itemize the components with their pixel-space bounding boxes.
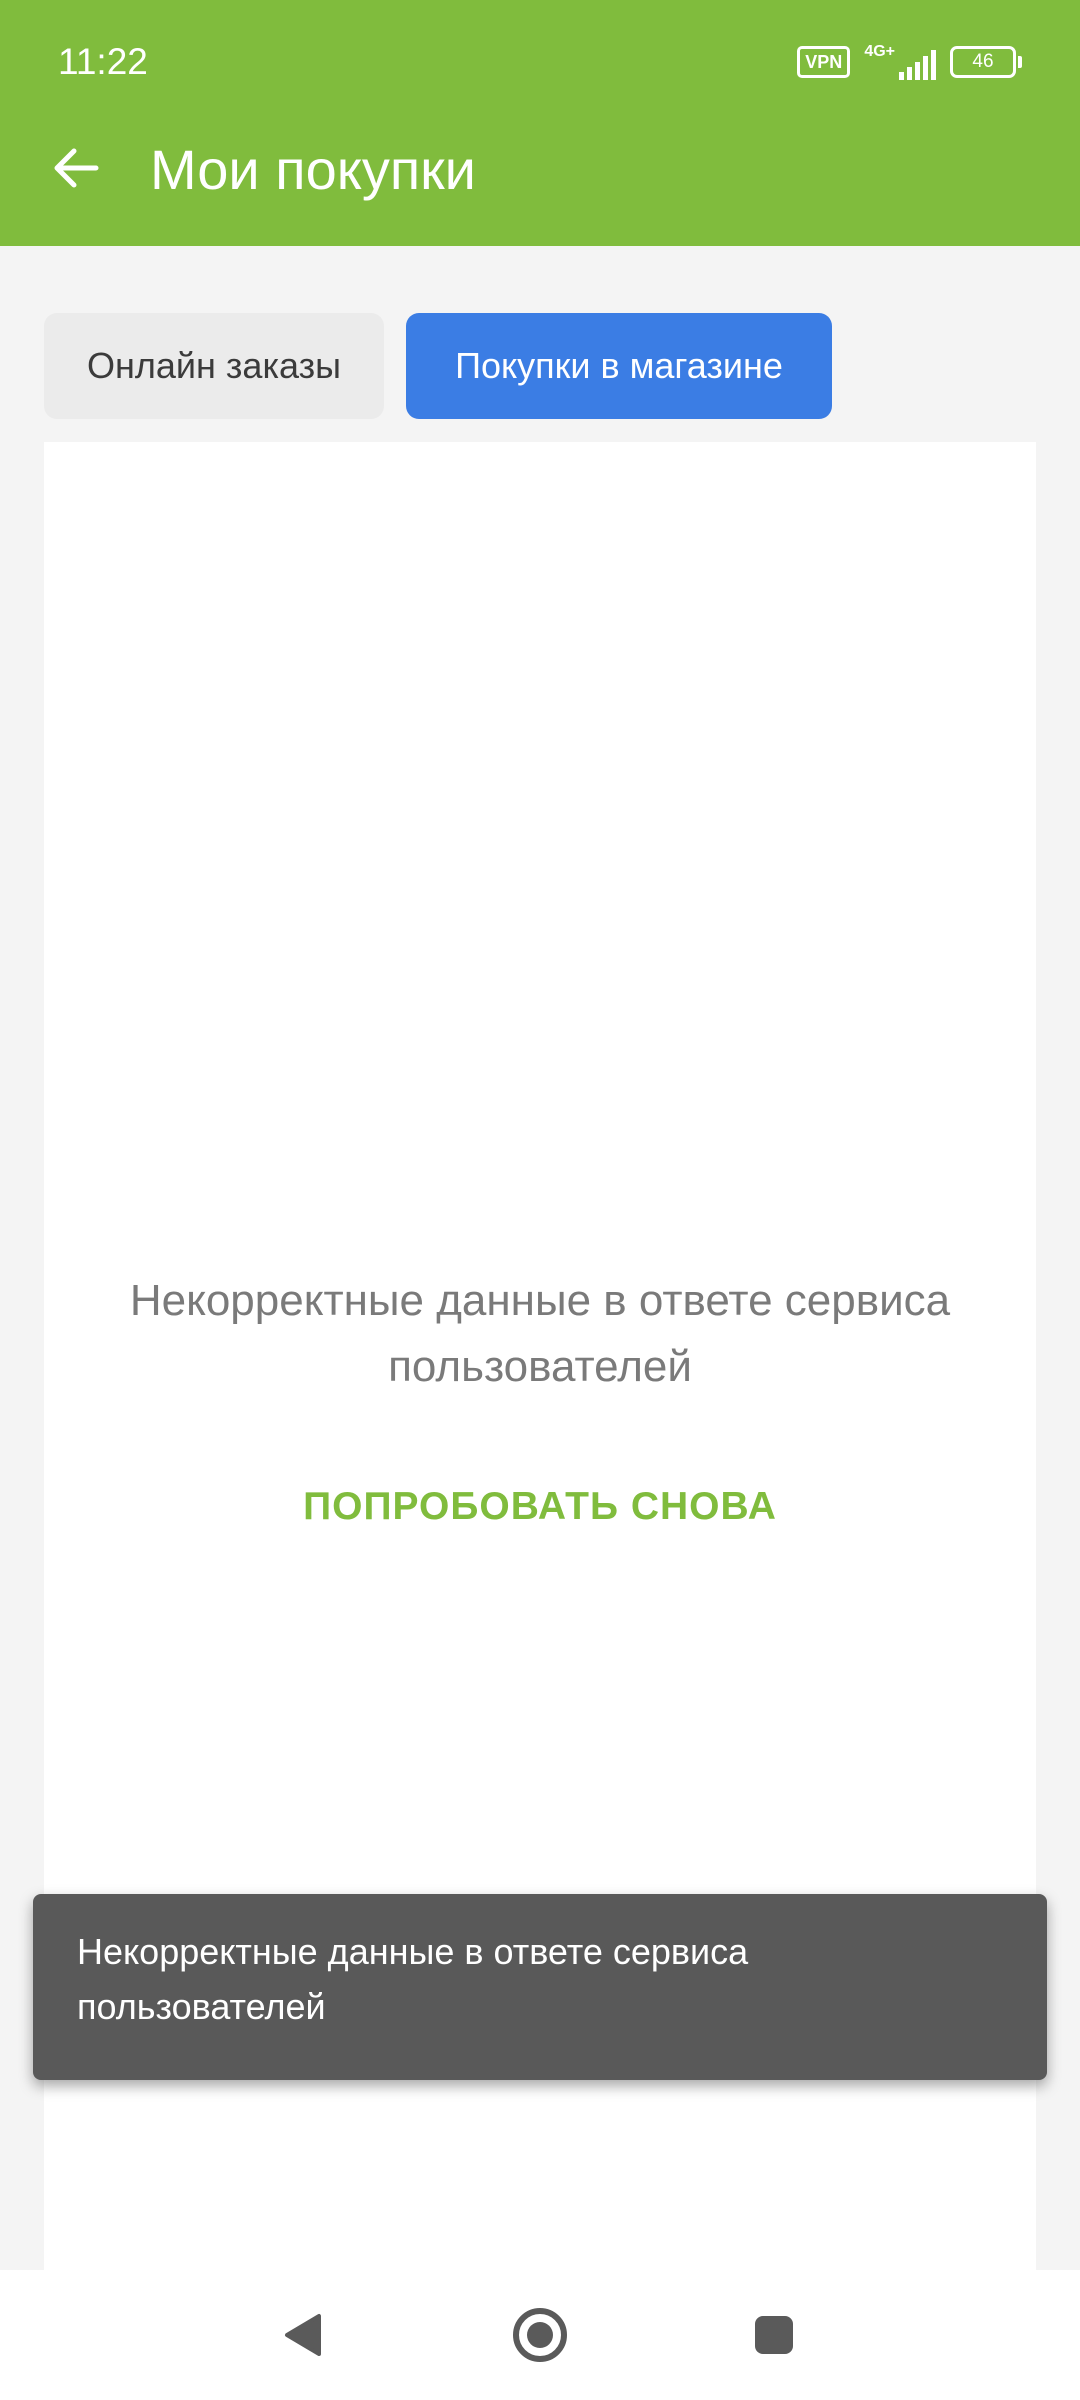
retry-button[interactable]: ПОПРОБОВАТЬ СНОВА (290, 1472, 790, 1542)
vpn-badge: VPN (797, 46, 851, 78)
battery-level: 46 (972, 51, 994, 72)
tab-online-orders[interactable]: Онлайн заказы (44, 313, 384, 419)
status-icons: VPN 4G+ 46 (797, 40, 1022, 84)
battery-icon: 46 (950, 46, 1022, 78)
status-time: 11:22 (58, 41, 148, 82)
nav-home-button[interactable] (500, 2300, 580, 2370)
nav-back-button[interactable] (263, 2300, 343, 2370)
square-recent-icon (755, 2316, 793, 2354)
snackbar-message: Некорректные данные в ответе сервиса пол… (77, 1931, 749, 2027)
app-header (0, 0, 1080, 246)
tab-label: Покупки в магазине (455, 345, 783, 386)
error-message: Некорректные данные в ответе сервиса пол… (129, 1276, 951, 1391)
signal-icon (899, 50, 936, 80)
page-title: Мои покупки (150, 138, 476, 201)
network-label: 4G+ (864, 43, 895, 60)
snackbar: Некорректные данные в ответе сервиса пол… (33, 1894, 1047, 2080)
tab-label: Онлайн заказы (87, 345, 341, 386)
nav-recent-button[interactable] (734, 2300, 814, 2370)
back-button[interactable] (40, 132, 112, 204)
network-indicator: 4G+ (864, 44, 936, 80)
triangle-back-icon (285, 2314, 321, 2356)
circle-home-icon (513, 2308, 567, 2362)
tab-store-purchases[interactable]: Покупки в магазине (406, 313, 832, 419)
arrow-left-icon (54, 148, 99, 188)
